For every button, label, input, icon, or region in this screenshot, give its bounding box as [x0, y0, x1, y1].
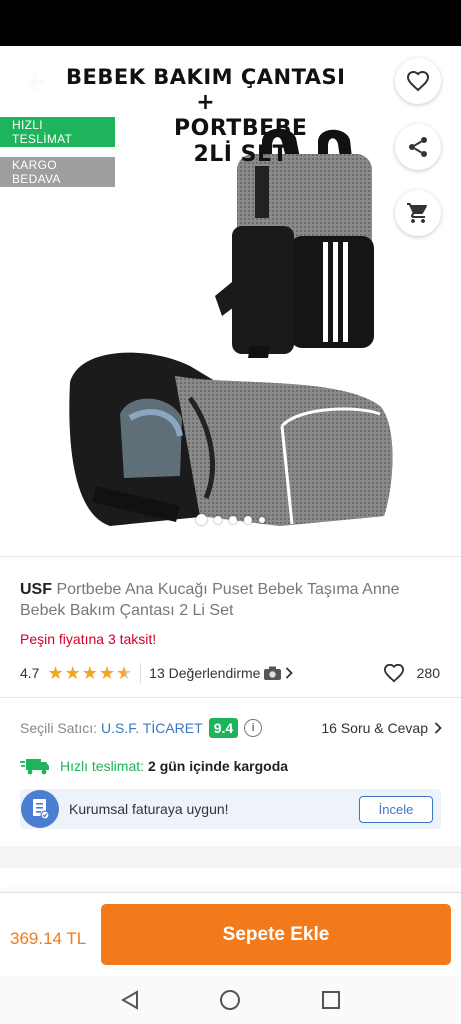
heart-icon [406, 70, 430, 92]
star-icon: ★ [47, 662, 64, 683]
divider [0, 556, 461, 557]
system-navigation-bar [0, 976, 461, 1024]
carrycot-image [69, 352, 393, 526]
rating-stars: ★ ★ ★ ★ ★ [47, 663, 132, 684]
seller-label: Seçili Satıcı: [20, 720, 98, 736]
pager-dot[interactable] [259, 516, 265, 523]
rating-row: 4.7 ★ ★ ★ ★ ★ 13 Değerlendirme 280 [20, 660, 440, 686]
hero-title-line1: BEBEK BAKIM ÇANTASI [66, 65, 346, 89]
nav-recents-icon[interactable] [320, 989, 342, 1011]
delivery-row: Hızlı teslimat: 2 gün içinde kargoda [20, 755, 288, 777]
hero-title-plus: + [196, 90, 216, 115]
pager-dot[interactable] [214, 515, 222, 524]
cart-icon [407, 203, 427, 223]
seller-score-badge: 9.4 [208, 718, 239, 738]
divider [0, 697, 461, 698]
qa-link[interactable]: 16 Soru & Cevap [321, 720, 442, 736]
pager-dot[interactable] [244, 515, 252, 524]
bottom-action-bar: 369.14 TL Sepete Ekle [0, 892, 461, 976]
inspect-button[interactable]: İncele [359, 795, 433, 823]
star-half-icon: ★ [116, 662, 133, 683]
truck-icon [20, 759, 49, 775]
free-shipping-badge: KARGO BEDAVA [0, 157, 115, 187]
share-button[interactable] [395, 124, 441, 170]
image-pager-dots [0, 514, 461, 525]
back-button[interactable] [18, 64, 54, 100]
rating-value: 4.7 [20, 665, 40, 681]
corporate-invoice-text: Kurumsal faturaya uygun! [69, 801, 229, 817]
seller-row: Seçili Satıcı: U.S.F. TİCARET 9.4 i 16 S… [20, 716, 442, 740]
chevron-right-icon [434, 722, 442, 734]
back-arrow-icon [27, 73, 45, 91]
installment-text: Peşin fiyatına 3 taksit! [20, 631, 157, 647]
delivery-value: 2 gün içinde kargoda [148, 758, 289, 774]
nav-back-icon[interactable] [119, 989, 141, 1011]
pager-dot-active[interactable] [196, 514, 207, 525]
heart-icon [383, 663, 404, 683]
delivery-label: Hızlı teslimat: [60, 758, 145, 774]
cart-button[interactable] [395, 190, 441, 236]
fast-delivery-badge: HIZLI TESLİMAT [0, 117, 115, 147]
price: 369.14 TL [10, 929, 87, 948]
info-icon[interactable]: i [244, 719, 263, 737]
corporate-invoice-banner: Kurumsal faturaya uygun! İncele [20, 789, 441, 829]
seller-name-link[interactable]: U.S.F. TİCARET [101, 720, 203, 736]
star-icon: ★ [98, 662, 116, 683]
share-icon [409, 137, 427, 157]
invoice-icon [21, 790, 59, 828]
product-image-gallery[interactable]: BEBEK BAKIM ÇANTASI + PORTBEBE 2Lİ SET H… [0, 46, 461, 556]
star-icon: ★ [81, 662, 98, 683]
pager-dot[interactable] [229, 515, 237, 524]
hero-title-line2: PORTBEBE [174, 116, 308, 141]
camera-icon [264, 666, 282, 680]
favorite-button[interactable] [395, 58, 441, 104]
product-info: USF Portbebe Ana Kucağı Puset Bebek Taşı… [20, 579, 440, 647]
hero-title-line3: 2Lİ SET [193, 142, 289, 167]
hero-overlay-title: BEBEK BAKIM ÇANTASI + PORTBEBE 2Lİ SET [66, 64, 345, 168]
separator [140, 663, 142, 683]
star-icon: ★ [64, 662, 81, 683]
product-brand[interactable]: USF [20, 581, 52, 598]
reviews-count: 13 Değerlendirme [149, 665, 261, 681]
add-to-cart-button[interactable]: Sepete Ekle [101, 904, 451, 965]
chevron-right-icon [286, 667, 294, 679]
section-gap [0, 846, 461, 868]
reviews-link[interactable]: 13 Değerlendirme [149, 665, 294, 681]
product-name: Portbebe Ana Kucağı Puset Bebek Taşıma A… [20, 581, 400, 619]
product-title: USF Portbebe Ana Kucağı Puset Bebek Taşı… [20, 579, 440, 621]
qa-label: 16 Soru & Cevap [321, 720, 428, 736]
favorite-count[interactable]: 280 [383, 663, 440, 683]
nav-home-icon[interactable] [219, 989, 241, 1011]
status-bar [0, 0, 461, 46]
favorite-count-value: 280 [416, 665, 440, 681]
